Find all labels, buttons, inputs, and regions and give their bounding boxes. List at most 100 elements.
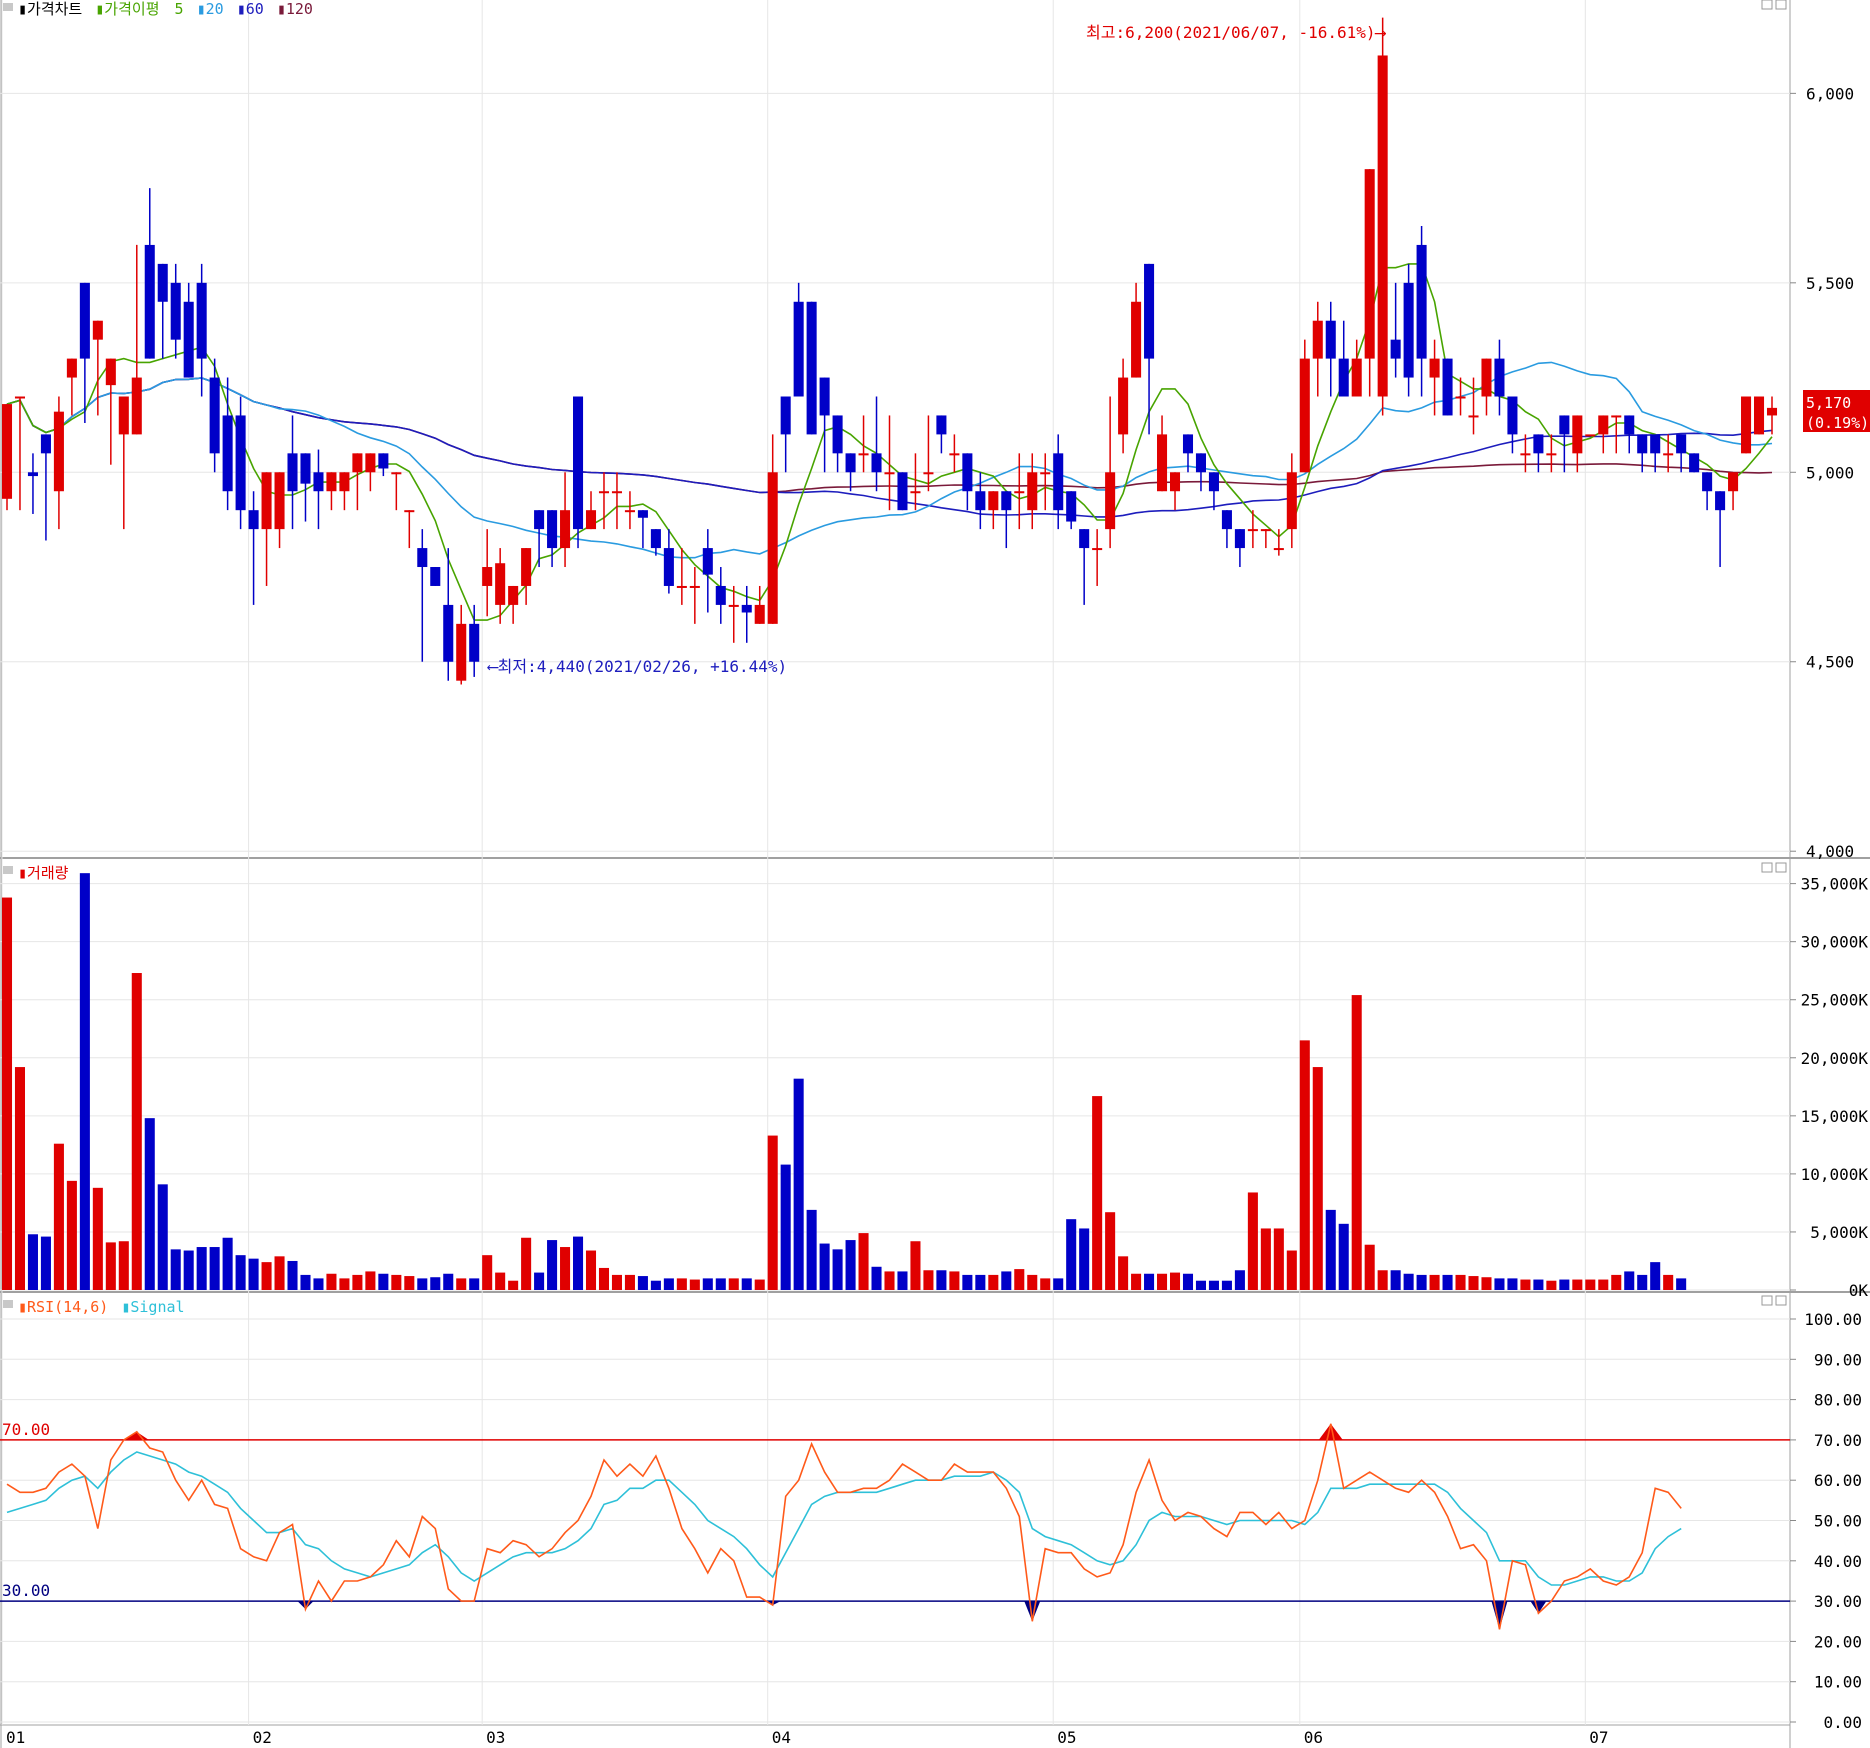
candle-body [1195, 453, 1206, 473]
candle-body [79, 282, 90, 359]
candle-body [1131, 301, 1142, 378]
candle-body [1753, 396, 1765, 435]
candle-body [1650, 434, 1661, 454]
volume-bar [196, 1247, 207, 1290]
volume-close-icon[interactable] [1775, 862, 1787, 873]
volume-bar [715, 1278, 726, 1290]
volume-bar [1273, 1228, 1284, 1290]
volume-bar [650, 1280, 661, 1290]
candle-body [521, 548, 532, 586]
candle-body [313, 472, 324, 492]
volume-menu-icon[interactable] [3, 866, 13, 874]
volume-bar [1221, 1280, 1232, 1290]
rsi-tick-label: 0.00 [1823, 1713, 1862, 1732]
volume-bar [365, 1271, 376, 1290]
volume-bar [1481, 1277, 1492, 1290]
candle-body [650, 529, 661, 549]
candle-body [1351, 358, 1362, 397]
candle-body [910, 491, 921, 494]
candle-body [806, 301, 817, 435]
candle-body [430, 567, 441, 586]
volume-bar [780, 1164, 791, 1290]
candle-body [1182, 434, 1194, 454]
volume-bar [663, 1278, 674, 1290]
candle-body [1092, 548, 1103, 551]
volume-bar [287, 1260, 298, 1290]
candle-body [508, 585, 519, 605]
candle-body [585, 510, 597, 530]
candle-body [183, 301, 194, 378]
candle-body [1040, 472, 1051, 475]
volume-bar [1442, 1274, 1453, 1290]
candle-body [1027, 472, 1038, 511]
volume-bar [222, 1237, 233, 1290]
candle-body [222, 415, 233, 492]
volume-minimize-icon[interactable] [1761, 862, 1773, 873]
volume-bar [1247, 1192, 1258, 1290]
volume-bar [702, 1278, 713, 1290]
volume-bar [1403, 1273, 1414, 1290]
volume-bar [871, 1266, 882, 1290]
volume-bar [404, 1276, 415, 1290]
volume-bar [975, 1274, 986, 1290]
price-minimize-icon[interactable] [1761, 0, 1773, 10]
candle-body [92, 320, 103, 340]
signal-title: Signal [130, 1298, 184, 1316]
candle-body [975, 491, 986, 511]
price-tick-label: 4,500 [1806, 653, 1854, 672]
candle-body [1702, 472, 1713, 492]
candle-body [417, 548, 428, 568]
candle-body [715, 585, 726, 605]
ma-label: 가격이평 [104, 0, 159, 18]
rsi-minimize-icon[interactable] [1761, 1295, 1773, 1306]
panel-menu-icon[interactable] [3, 3, 13, 11]
price-tick-label: 6,000 [1806, 84, 1854, 103]
price-close-icon[interactable] [1775, 0, 1787, 10]
volume-bar [1286, 1250, 1297, 1290]
low-annotation: ⟵최저:4,440(2021/02/26, +16.44%) [487, 657, 787, 676]
candle-body [534, 510, 545, 530]
candle-body [897, 472, 908, 511]
volume-bar [1598, 1279, 1609, 1290]
volume-bar [1325, 1209, 1336, 1290]
volume-bar [884, 1271, 895, 1290]
volume-bar [469, 1278, 480, 1290]
candle-body [196, 282, 207, 359]
month-label: 01 [6, 1728, 25, 1747]
volume-bar [1429, 1274, 1440, 1290]
candle-body [261, 472, 272, 530]
volume-bar [1053, 1278, 1064, 1290]
volume-bar [923, 1270, 934, 1290]
signal-bullet: ▮ [121, 1298, 130, 1316]
rsi-tick-label: 100.00 [1804, 1310, 1862, 1329]
rsi-menu-icon[interactable] [3, 1300, 13, 1308]
candle-body [1559, 415, 1570, 435]
volume-bar [1079, 1228, 1090, 1290]
volume-bar [248, 1258, 259, 1290]
volume-title: 거래량 [27, 864, 69, 882]
ma20-label: 20 [206, 0, 224, 18]
volume-bar [144, 1118, 155, 1290]
volume-bar [1533, 1279, 1544, 1290]
volume-tick-label: 25,000K [1801, 991, 1869, 1010]
rsi-tick-label: 50.00 [1814, 1512, 1862, 1531]
volume-bar [988, 1274, 999, 1290]
volume-bar [339, 1278, 350, 1290]
volume-bar [391, 1274, 402, 1290]
volume-tick-label: 0K [1849, 1281, 1869, 1300]
candle-body [1689, 453, 1700, 473]
candle-body [884, 472, 895, 475]
volume-bar [1027, 1274, 1038, 1290]
candle-body [1169, 472, 1181, 492]
candle-body [118, 396, 129, 435]
candle-body [1429, 358, 1440, 378]
month-label: 05 [1057, 1728, 1076, 1747]
rsi-close-icon[interactable] [1775, 1295, 1787, 1306]
ma120-label: 120 [286, 0, 313, 18]
candle-body [1520, 453, 1531, 456]
candle-body [1208, 472, 1219, 492]
candle-body [1637, 434, 1648, 454]
volume-bar [1014, 1269, 1025, 1290]
volume-bar [1455, 1274, 1466, 1290]
volume-bar [300, 1274, 311, 1290]
